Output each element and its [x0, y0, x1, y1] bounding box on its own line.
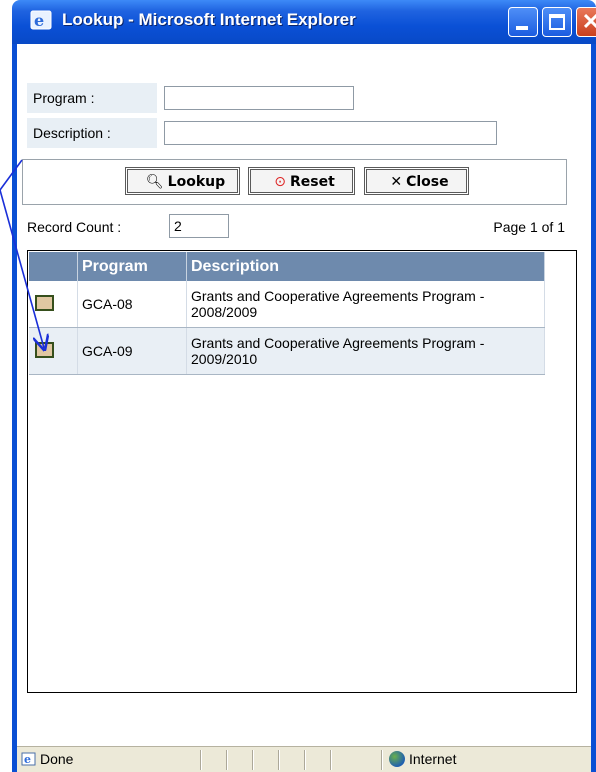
description-label: Description :: [27, 118, 157, 148]
reset-button-label: Reset: [289, 174, 335, 190]
minimize-button[interactable]: [508, 7, 538, 37]
table-row[interactable]: GCA-08 Grants and Cooperative Agreements…: [29, 281, 545, 328]
lookup-button-label: Lookup: [167, 174, 226, 190]
row-select-cell[interactable]: [29, 327, 78, 375]
close-x-icon: ✕: [390, 174, 403, 190]
column-header-description[interactable]: Description: [186, 252, 545, 281]
description-cell: Grants and Cooperative Agreements Progra…: [186, 281, 545, 328]
close-window-button[interactable]: ✕: [576, 7, 596, 37]
status-divider: [226, 750, 227, 770]
description-input[interactable]: [164, 121, 497, 145]
minimize-icon: [516, 26, 528, 30]
security-zone-text: Internet: [409, 751, 457, 767]
internet-zone-icon: [389, 751, 405, 767]
reset-button[interactable]: ⊙ Reset: [249, 168, 354, 194]
select-record-icon[interactable]: [35, 294, 54, 311]
page-done-icon: e: [21, 752, 36, 766]
lookup-button[interactable]: 🔍︎ Lookup: [126, 168, 239, 194]
search-icon: 🔍︎: [145, 174, 164, 190]
column-header-program[interactable]: Program: [77, 252, 187, 281]
maximize-button[interactable]: [542, 7, 572, 37]
program-label: Program :: [27, 83, 157, 113]
program-input[interactable]: [164, 86, 354, 110]
row-select-cell[interactable]: [29, 281, 78, 328]
svg-text:e: e: [34, 11, 44, 30]
record-count-label: Record Count :: [24, 214, 162, 240]
table-row[interactable]: GCA-09 Grants and Cooperative Agreements…: [29, 327, 545, 375]
ie-logo-icon: e: [30, 10, 52, 30]
maximize-icon: [549, 14, 565, 30]
status-divider: [304, 750, 305, 770]
select-column-header: [29, 252, 78, 281]
ie-window: e Lookup - Microsoft Internet Explorer ✕…: [0, 0, 596, 772]
reset-icon: ⊙: [274, 174, 286, 190]
record-count-field: [169, 214, 229, 238]
status-divider: [381, 750, 382, 770]
close-icon: ✕: [581, 9, 596, 34]
status-text: Done: [40, 751, 74, 767]
program-cell: GCA-08: [77, 281, 187, 328]
program-cell: GCA-09: [77, 327, 187, 375]
results-table: Program Description GCA-08 Grants and Co…: [29, 252, 545, 375]
status-divider: [330, 750, 331, 770]
description-cell: Grants and Cooperative Agreements Progra…: [186, 327, 545, 375]
status-divider: [278, 750, 279, 770]
close-button-label: Close: [406, 174, 449, 190]
page-indicator: Page 1 of 1: [493, 219, 565, 235]
table-header-row: Program Description: [29, 252, 545, 281]
window-title: Lookup - Microsoft Internet Explorer: [62, 10, 356, 29]
status-divider: [252, 750, 253, 770]
select-record-icon[interactable]: [35, 341, 54, 358]
title-bar[interactable]: e Lookup - Microsoft Internet Explorer ✕: [12, 0, 596, 44]
status-bar: e Done Internet: [17, 746, 591, 772]
status-divider: [200, 750, 201, 770]
window-frame-right: [591, 44, 596, 772]
svg-text:e: e: [24, 753, 31, 766]
close-button[interactable]: ✕ Close: [365, 168, 468, 194]
